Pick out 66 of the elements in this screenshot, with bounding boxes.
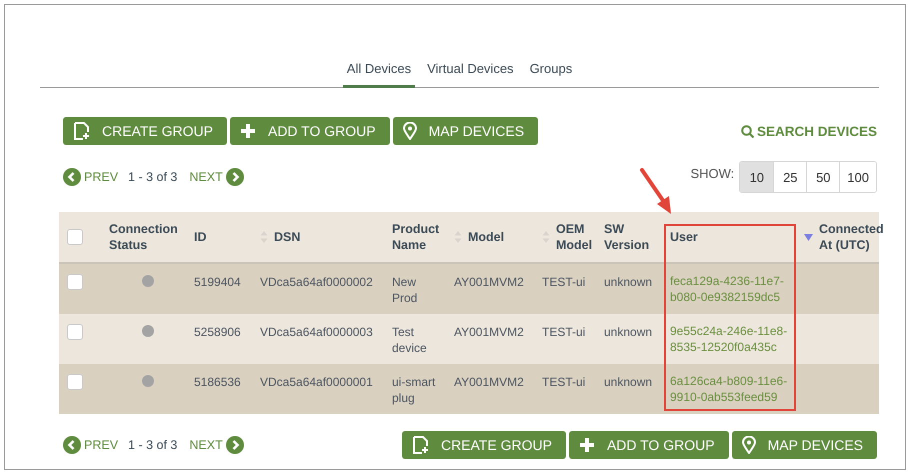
table-cell-text: VDca5a64af0000002 [260, 274, 374, 290]
table-cell-text: ui-smart plug [392, 374, 436, 406]
table-cell-text: VDca5a64af0000003 [260, 324, 374, 340]
tab[interactable]: Virtual Devices [423, 57, 518, 88]
column-header: User [670, 229, 698, 245]
column-header[interactable]: DSN [274, 229, 300, 245]
map-pin-icon [742, 436, 756, 454]
checkbox[interactable] [67, 229, 83, 245]
table-cell-text: unknown [604, 324, 654, 340]
table-cell-text: AY001MVM2 [454, 374, 525, 390]
page-range: 1 - 3 of 3 [128, 170, 178, 184]
column-header[interactable]: OEM Model [556, 221, 595, 253]
prev-link[interactable]: PREV [63, 436, 118, 454]
table-cell-text: 5258906 [194, 324, 242, 340]
table-cell-text: 5199404 [194, 274, 242, 290]
table-cell-text: Test device [392, 324, 428, 356]
add-to-group-button[interactable]: ADD TO GROUP [568, 431, 729, 459]
user-link[interactable]: 9e55c24a-246e-11e8-8535-12520f0a435c [670, 314, 790, 355]
prev-link[interactable]: PREV [63, 168, 118, 186]
page-size-option[interactable]: 100 [839, 162, 876, 192]
page-range: 1 - 3 of 3 [128, 438, 178, 452]
table-cell-text: TEST-ui [542, 324, 586, 340]
page-size-option[interactable]: 10 [740, 162, 774, 192]
chevron-right-icon [226, 168, 244, 186]
column-header[interactable]: Connected At (UTC) [819, 221, 884, 253]
chevron-left-icon [63, 168, 81, 186]
create-group-button[interactable]: CREATE GROUP [63, 117, 227, 145]
table-cell-text: AY001MVM2 [454, 274, 525, 290]
column-header[interactable]: Model [468, 229, 504, 245]
checkbox[interactable] [67, 324, 83, 340]
plus-icon [240, 123, 256, 139]
table-cell-text: unknown [604, 374, 654, 390]
map-devices-button[interactable]: MAP DEVICES [732, 431, 877, 459]
tab[interactable]: All Devices [342, 57, 416, 88]
plus-icon [578, 437, 595, 453]
table-cell-text: TEST-ui [542, 274, 586, 290]
annotation-arrow [640, 168, 671, 214]
next-link[interactable]: NEXT [189, 168, 244, 186]
map-pin-icon [402, 122, 417, 140]
chevron-left-icon [63, 436, 81, 454]
map-devices-button[interactable]: MAP DEVICES [392, 117, 538, 145]
column-header: Product Name [392, 221, 440, 253]
table-cell-text: TEST-ui [542, 374, 586, 390]
chevron-right-icon [226, 436, 244, 454]
column-header: ID [194, 229, 206, 245]
add-to-group-button[interactable]: ADD TO GROUP [230, 117, 390, 145]
column-header: SW Version [604, 221, 650, 253]
table-cell-text: 5186536 [194, 374, 242, 390]
document-plus-icon [412, 436, 429, 454]
tab[interactable]: Groups [526, 57, 576, 88]
table-cell-text: AY001MVM2 [454, 324, 525, 340]
create-group-button[interactable]: CREATE GROUP [402, 431, 566, 459]
column-header: Connection Status [109, 221, 179, 253]
table-cell-text: unknown [604, 274, 654, 290]
checkbox[interactable] [67, 274, 83, 290]
user-link[interactable]: 6a126ca4-b809-11e6-9910-0ab553feed59 [670, 364, 790, 405]
document-plus-icon [73, 122, 90, 140]
user-link[interactable]: feca129a-4236-11e7-b080-0e9382159dc5 [670, 264, 790, 305]
sort-descending-icon[interactable] [804, 234, 813, 240]
checkbox[interactable] [67, 374, 83, 390]
next-link[interactable]: NEXT [189, 436, 244, 454]
show-label: SHOW: [690, 166, 734, 180]
table-cell-text: New Prod [392, 274, 418, 306]
table-cell-text: VDca5a64af0000001 [260, 374, 374, 390]
search-devices-link[interactable]: SEARCH DEVICES [740, 124, 877, 138]
search-icon [740, 124, 754, 138]
